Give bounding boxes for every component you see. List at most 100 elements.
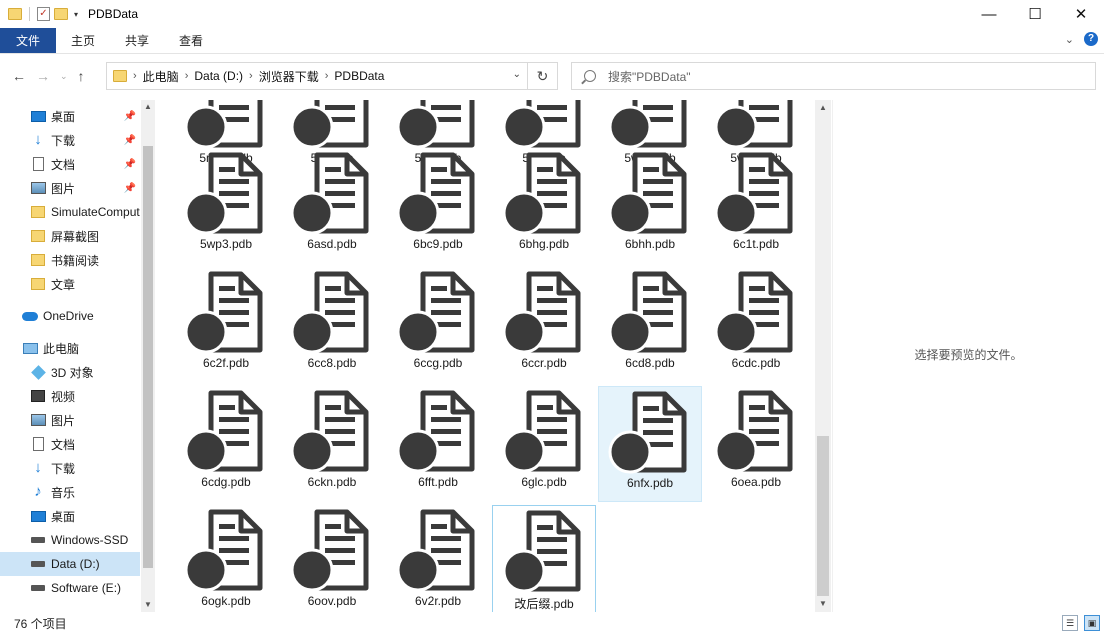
sidebar-item[interactable]: OneDrive — [0, 304, 140, 328]
file-item[interactable]: 6c1t.pdb — [704, 148, 808, 264]
file-item[interactable]: 改后缀.pdb — [492, 505, 596, 612]
scrollbar-thumb[interactable] — [817, 436, 829, 596]
properties-icon[interactable]: ✓ — [37, 7, 50, 21]
pin-icon: 📌 — [123, 134, 136, 146]
folder-icon — [30, 253, 46, 267]
sidebar-item[interactable]: 桌面 📌 — [0, 104, 140, 128]
file-item[interactable]: 6c2f.pdb — [174, 267, 278, 383]
file-item[interactable]: 5wp3.pdb — [174, 148, 278, 264]
pdb-file-icon — [396, 151, 480, 235]
file-item[interactable]: 6ccg.pdb — [386, 267, 490, 383]
breadcrumb-separator-icon[interactable]: › — [185, 70, 189, 82]
sidebar-item[interactable]: 书籍阅读 — [0, 248, 140, 272]
pdb-file-icon — [608, 270, 692, 354]
breadcrumb-separator-icon[interactable]: › — [249, 70, 253, 82]
help-icon[interactable]: ? — [1084, 32, 1098, 46]
breadcrumb-separator-icon[interactable]: › — [325, 70, 329, 82]
sidebar-item[interactable]: 文档 📌 — [0, 152, 140, 176]
breadcrumb-separator-icon[interactable]: › — [133, 70, 137, 82]
sidebar-item[interactable]: 此电脑 — [0, 336, 140, 360]
file-item[interactable]: 6asd.pdb — [280, 148, 384, 264]
tab-file[interactable]: 文件 — [0, 28, 56, 53]
file-item[interactable]: 6bhh.pdb — [598, 148, 702, 264]
refresh-button[interactable]: ↻ — [528, 62, 558, 90]
breadcrumb-downloads[interactable]: 浏览器下载 — [259, 68, 319, 85]
sidebar-item[interactable]: Software (E:) — [0, 576, 140, 600]
breadcrumb-this-pc[interactable]: 此电脑 — [143, 68, 179, 85]
breadcrumb-data-drive[interactable]: Data (D:) — [194, 69, 243, 83]
file-name: 6bhg.pdb — [518, 237, 570, 251]
file-item[interactable]: 6ogk.pdb — [174, 505, 278, 612]
pdb-file-icon — [396, 270, 480, 354]
file-item[interactable]: 6ccr.pdb — [492, 267, 596, 383]
sidebar-item[interactable]: 视频 — [0, 384, 140, 408]
tab-share[interactable]: 共享 — [110, 28, 164, 53]
preview-message: 选择要预览的文件。 — [914, 347, 1023, 362]
file-item[interactable]: 6bhg.pdb — [492, 148, 596, 264]
scroll-up-icon[interactable]: ▲ — [141, 100, 155, 114]
file-item[interactable]: 6cdc.pdb — [704, 267, 808, 383]
scroll-down-icon[interactable]: ▼ — [815, 596, 831, 612]
details-view-icon[interactable]: ☰ — [1062, 615, 1078, 631]
sidebar-item[interactable]: Windows-SSD — [0, 528, 140, 552]
sidebar-item-label: 此电脑 — [43, 341, 80, 356]
minimize-button[interactable]: — — [966, 0, 1012, 28]
pdb-file-icon — [184, 151, 268, 235]
file-item[interactable]: 6v2r.pdb — [386, 505, 490, 612]
recent-locations-chevron-icon[interactable]: ⌄ — [60, 71, 68, 82]
customize-toolbar-chevron-icon[interactable]: ▾ — [74, 10, 78, 19]
search-placeholder: 搜索"PDBData" — [608, 69, 691, 84]
sidebar-item[interactable]: 文档 — [0, 432, 140, 456]
pin-icon: 📌 — [123, 110, 136, 122]
new-folder-icon[interactable] — [54, 8, 68, 20]
search-box[interactable]: 搜索"PDBData" — [571, 62, 1096, 90]
breadcrumb-pdbdata[interactable]: PDBData — [334, 69, 384, 83]
file-item[interactable]: 6bc9.pdb — [386, 148, 490, 264]
file-item[interactable]: 6oea.pdb — [704, 386, 808, 502]
file-item[interactable]: 6glc.pdb — [492, 386, 596, 502]
file-item[interactable]: 6cd8.pdb — [598, 267, 702, 383]
sidebar-item[interactable]: SimulateComputer — [0, 200, 140, 224]
sidebar-item[interactable]: ♪ 音乐 — [0, 480, 140, 504]
expand-ribbon-chevron-icon[interactable]: ⌄ — [1065, 33, 1074, 46]
up-arrow-icon[interactable]: ↑ — [78, 68, 85, 84]
close-button[interactable]: ✕ — [1058, 0, 1104, 28]
file-item[interactable]: 6fft.pdb — [386, 386, 490, 502]
scrollbar-thumb[interactable] — [143, 146, 153, 568]
pictures-icon — [30, 413, 46, 427]
forward-arrow-icon[interactable]: → — [36, 68, 50, 84]
sidebar-item[interactable]: 图片 — [0, 408, 140, 432]
sidebar-item[interactable]: 桌面 — [0, 504, 140, 528]
sidebar-item[interactable]: 屏幕截图 — [0, 224, 140, 248]
tab-home[interactable]: 主页 — [56, 28, 110, 53]
file-item[interactable]: 6ckn.pdb — [280, 386, 384, 502]
address-bar[interactable]: › 此电脑 › Data (D:) › 浏览器下载 › PDBData ⌄ — [106, 62, 528, 90]
scroll-down-icon[interactable]: ▼ — [141, 598, 155, 612]
address-history-chevron-icon[interactable]: ⌄ — [513, 69, 521, 80]
navigation-pane-scrollbar[interactable]: ▲ ▼ — [141, 100, 155, 612]
file-item[interactable]: 6cc8.pdb — [280, 267, 384, 383]
sidebar-item-label: Software (E:) — [51, 581, 122, 595]
file-item[interactable]: 6oov.pdb — [280, 505, 384, 612]
maximize-button[interactable]: ☐ — [1012, 0, 1058, 28]
back-arrow-icon[interactable]: ← — [12, 68, 26, 84]
scroll-up-icon[interactable]: ▲ — [815, 100, 831, 116]
large-icons-view-icon[interactable]: ▣ — [1084, 615, 1100, 631]
pin-icon: 📌 — [123, 182, 136, 194]
sidebar-item[interactable]: ↓ 下载 📌 — [0, 128, 140, 152]
file-item[interactable]: 6cdg.pdb — [174, 386, 278, 502]
sidebar-item[interactable]: 图片 📌 — [0, 176, 140, 200]
sidebar-item[interactable]: Data (D:) — [0, 552, 140, 576]
sidebar-item[interactable]: 3D 对象 — [0, 360, 140, 384]
file-item[interactable]: 6nfx.pdb — [598, 386, 702, 502]
tab-view[interactable]: 查看 — [164, 28, 218, 53]
file-name: 6cd8.pdb — [625, 356, 675, 370]
pdb-file-icon — [184, 389, 268, 473]
sidebar-item[interactable]: ↓ 下载 — [0, 456, 140, 480]
pictures-icon — [30, 181, 46, 195]
file-grid-scrollbar[interactable]: ▲ ▼ — [815, 100, 831, 612]
pdb-file-icon — [714, 100, 798, 149]
file-name: 6asd.pdb — [307, 237, 357, 251]
sidebar-item[interactable]: 文章 — [0, 272, 140, 296]
sidebar-item-label: 图片 — [51, 413, 76, 428]
